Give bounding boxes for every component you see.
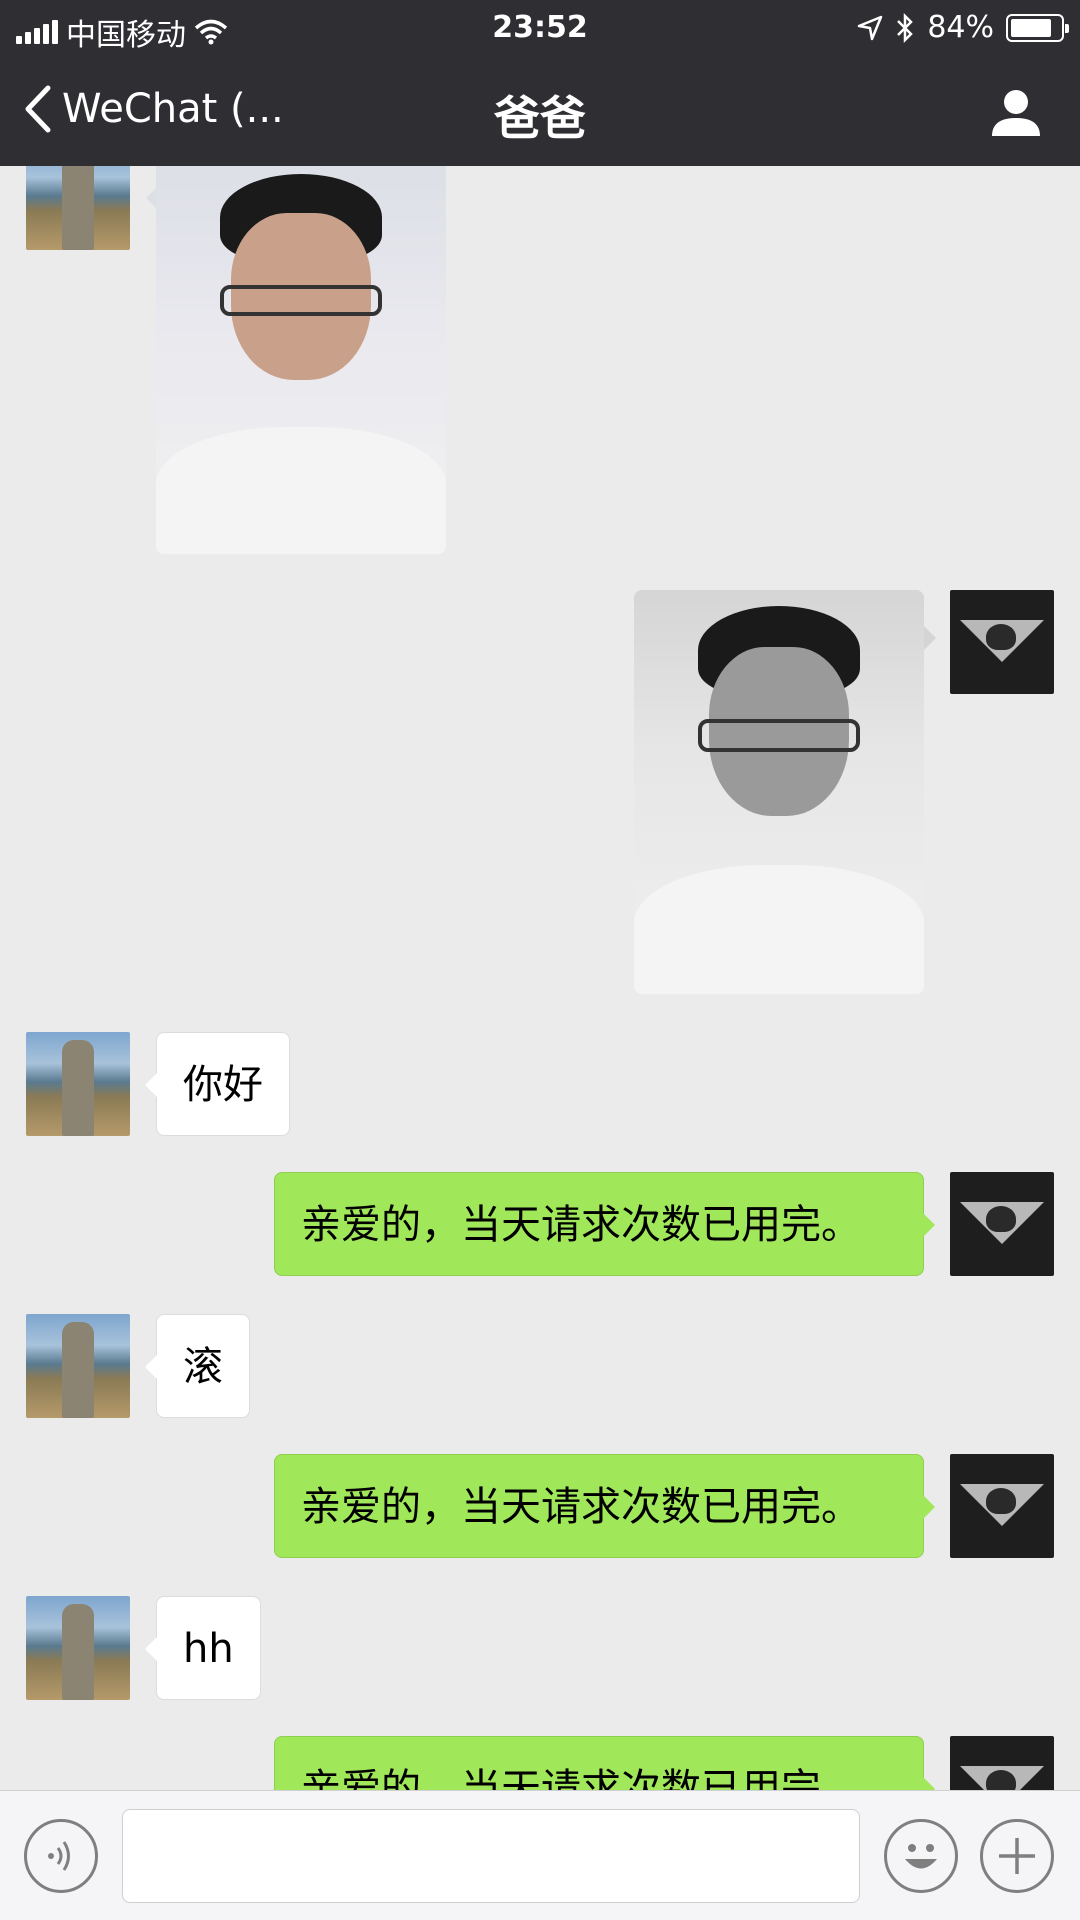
shirt <box>156 427 446 554</box>
glasses <box>697 719 861 752</box>
image-message[interactable] <box>634 590 924 994</box>
back-button[interactable]: WeChat (... <box>22 84 284 134</box>
statue-figure <box>62 166 94 250</box>
chevron-left-icon <box>25 85 51 133</box>
voice-button[interactable] <box>24 1819 98 1893</box>
plus-icon <box>999 1838 1035 1874</box>
voice-icon <box>48 1841 70 1871</box>
contact-avatar[interactable] <box>26 166 130 250</box>
glasses <box>219 284 383 317</box>
my-avatar[interactable] <box>950 1172 1054 1276</box>
contact-avatar[interactable] <box>26 1596 130 1700</box>
text-bubble[interactable]: 亲爱的，当天请求次数已用完。 <box>274 1736 935 1790</box>
text-bubble[interactable]: 你好 <box>145 1032 290 1136</box>
person-icon[interactable] <box>988 84 1044 140</box>
battery-icon <box>1006 13 1069 42</box>
image-message[interactable] <box>156 166 446 554</box>
message-input[interactable] <box>122 1809 860 1903</box>
emoji-icon <box>905 1844 937 1869</box>
avatar-shape <box>986 624 1016 650</box>
statue-figure <box>62 1040 94 1136</box>
avatar-shape <box>986 1488 1016 1514</box>
my-avatar[interactable] <box>950 1736 1054 1790</box>
emoji-button[interactable] <box>884 1819 958 1893</box>
shirt <box>634 864 924 994</box>
my-avatar[interactable] <box>950 590 1054 694</box>
statue-figure <box>62 1604 94 1700</box>
my-avatar[interactable] <box>950 1454 1054 1558</box>
text-bubble[interactable]: hh <box>145 1596 261 1700</box>
contact-avatar[interactable] <box>26 1314 130 1418</box>
avatar-shape <box>986 1770 1016 1790</box>
bubble-tail <box>924 626 936 650</box>
status-right: 84% <box>857 10 1069 45</box>
chat-messages[interactable]: 你好 亲爱的，当天请求次数已用完。 滚 亲爱的，当天请求次数已用完。 hh 亲爱… <box>0 166 1080 1790</box>
nav-bar: WeChat (... 爸爸 <box>0 54 1080 166</box>
input-bar <box>0 1790 1080 1920</box>
battery-fill <box>1011 18 1052 37</box>
status-bar: 中国移动 23:52 84% <box>0 0 1080 54</box>
back-label: WeChat (... <box>62 86 284 132</box>
avatar-shape <box>986 1206 1016 1232</box>
battery-percent: 84% <box>927 10 994 45</box>
contact-avatar[interactable] <box>26 1032 130 1136</box>
text-bubble[interactable]: 亲爱的，当天请求次数已用完。 <box>274 1454 935 1558</box>
text-bubble[interactable]: 滚 <box>145 1314 250 1418</box>
statue-figure <box>62 1322 94 1418</box>
location-arrow-icon <box>858 15 883 40</box>
bluetooth-icon <box>897 12 914 43</box>
text-bubble[interactable]: 亲爱的，当天请求次数已用完。 <box>274 1172 935 1276</box>
plus-button[interactable] <box>980 1819 1054 1893</box>
